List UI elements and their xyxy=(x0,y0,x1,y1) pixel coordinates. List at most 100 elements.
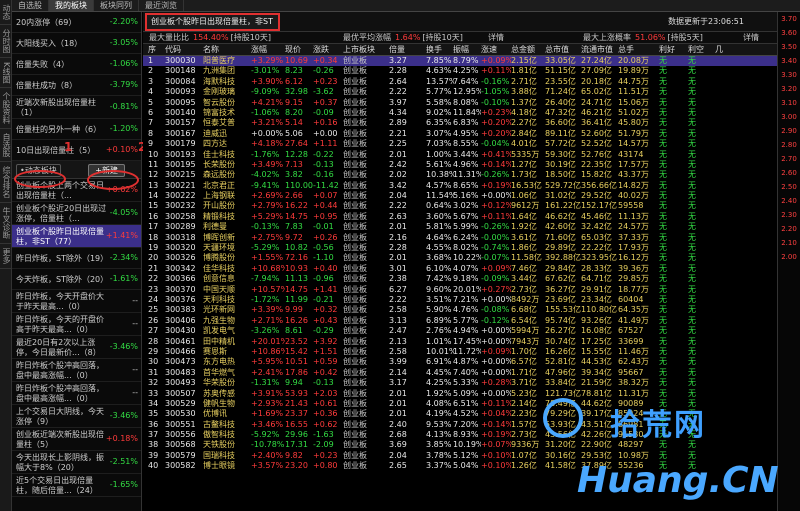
column-header[interactable]: 流通市值 xyxy=(581,44,619,56)
column-header[interactable]: 换手 xyxy=(426,44,454,56)
column-header[interactable]: 现价 xyxy=(285,44,313,56)
table-row[interactable]: 28 300461 田中精机 +20.01% 23.52 +3.92 创业板 2.13 1.01… xyxy=(143,337,800,347)
block-list-item[interactable]: 倍量柱的另外一种（6） -1.20% xyxy=(12,119,141,140)
top-tab[interactable]: 板块同列 xyxy=(94,0,139,11)
top-tab[interactable]: 自选股 xyxy=(12,0,49,11)
vertical-tab[interactable]: K线图 xyxy=(0,58,12,89)
table-cell: 1.57亿 xyxy=(511,419,537,429)
column-header[interactable]: 涨跌 xyxy=(313,44,343,56)
table-row[interactable]: 18 300318 博晖创新 +2.75% 9.72 +0.26 创业板 2.16 4.64% 6… xyxy=(143,233,800,243)
block-list-item[interactable]: 今天出现长上影阴线，振幅大于8%（20） -2.51% xyxy=(12,451,141,474)
block-list-item[interactable]: 近5个交易日出现倍量柱，随后倍量...（24） -1.65% xyxy=(12,474,141,497)
summary-item[interactable]: 详情 xyxy=(743,32,765,44)
column-header[interactable]: 涨幅 xyxy=(251,44,285,56)
table-cell: 7.85% xyxy=(426,56,452,65)
summary-item[interactable]: 详情 xyxy=(488,32,510,44)
top-tab[interactable]: 最近浏览 xyxy=(139,0,184,11)
table-row[interactable]: 32 300493 华荣股份 -1.31% 9.94 -0.13 创业板 3.17 4.25% 5… xyxy=(143,378,800,388)
block-list-item[interactable]: 20内涨停（69） -2.20% xyxy=(12,12,141,33)
block-list-item[interactable]: 昨日炸板个股冲高回落，盘中最高涨幅...（0） -- xyxy=(12,359,141,382)
vertical-tab[interactable]: 牛叉诊断 xyxy=(0,203,12,245)
table-row[interactable]: 11 300195 长荣股份 +3.49% 7.13 -0.13 创业板 2.42 5.61% 4… xyxy=(143,160,800,170)
block-list-item[interactable]: 创业板近端次新股出现倍量柱（5） +0.18% xyxy=(12,428,141,451)
table-row[interactable]: 15 300232 开山股份 +2.79% 16.22 +0.44 创业板 2.22 0.64%… xyxy=(143,201,800,211)
table-row[interactable]: 10 300193 佳士科技 -1.76% 12.28 -0.22 创业板 2.01 1.00%… xyxy=(143,150,800,160)
table-row[interactable]: 31 300483 首华燃气 +2.41% 17.86 +0.42 创业板 2.14 4.45%… xyxy=(143,368,800,378)
table-row[interactable]: 7 300157 恒泰艾普 +3.21% 5.14 +0.16 创业板 2.89 6.35% 6.… xyxy=(143,118,800,128)
block-list-item[interactable]: 创业板个股近20日出现过涨停，倍量柱（... -4.05% xyxy=(12,202,141,225)
column-header[interactable]: 几 xyxy=(715,44,735,56)
column-header[interactable]: 振幅 xyxy=(453,44,481,56)
block-list-item[interactable]: 最近20日有2次以上涨停，今日最新价...（8） -3.46% xyxy=(12,336,141,359)
table-row[interactable]: 22 300366 创意信息 -7.94% 11.13 -0.96 创业板 2.38 7.42%… xyxy=(143,274,800,284)
block-list-item[interactable]: 昨日炸板，ST除外（19） -2.34% xyxy=(12,248,141,269)
block-list-item[interactable]: 昨日炸板，今天开盘价大于昨天最高...（0） -- xyxy=(12,290,141,313)
vertical-tab[interactable]: 更多 xyxy=(0,244,12,270)
column-header[interactable]: 名称 xyxy=(203,44,249,56)
vertical-tab[interactable]: 动态 xyxy=(0,0,12,25)
column-header[interactable]: 利好 xyxy=(659,44,687,56)
table-cell: +0.20% xyxy=(481,118,511,128)
column-header[interactable]: 总市值 xyxy=(545,44,581,56)
block-list-item[interactable]: 近端次新股出现倍量柱（1） -0.81% xyxy=(12,96,141,119)
table-cell: 2.71亿 xyxy=(511,76,537,86)
column-header[interactable]: 利空 xyxy=(688,44,714,56)
block-list-item[interactable]: 创业板个股昨日出现倍量柱，非ST（77） +1.41% xyxy=(12,225,141,248)
table-row[interactable]: 2 300148 九洲集团 -3.01% 8.23 -0.26 创业板 2.28 4.63% 4.… xyxy=(143,66,800,76)
table-row[interactable]: 23 300370 中国天顺 +10.57% 14.75 +1.41 创业板 6.27 9.60… xyxy=(143,285,800,295)
table-row[interactable]: 6 300140 锦富技术 -1.06% 8.20 -0.09 创业板 4.34 9.02% 11… xyxy=(143,108,800,118)
column-header[interactable]: 总手 xyxy=(618,44,658,56)
block-list-item[interactable]: 倍量失败（4） -1.06% xyxy=(12,54,141,75)
table-row[interactable]: 25 300383 光环新网 +3.39% 9.99 +0.32 创业板 2.58 5.90% 4… xyxy=(143,305,800,315)
table-row[interactable]: 5 300095 智云股份 +4.21% 9.15 +0.37 创业板 3.97 5.58% 8.… xyxy=(143,98,800,108)
block-list-item[interactable]: 10日出现倍量柱（5） +0.10% xyxy=(12,140,141,161)
table-row[interactable]: 26 300406 九强生物 +2.71% 16.26 +0.43 创业板 3.13 6.89%… xyxy=(143,316,800,326)
column-header[interactable]: 总金额 xyxy=(511,44,545,56)
vertical-tab[interactable]: 自选股 xyxy=(0,129,12,163)
table-cell: 4.45% xyxy=(426,367,452,377)
table-cell: 24.57万 xyxy=(618,222,649,232)
table-row[interactable]: 30 300473 东方电热 +5.95% 10.51 +0.59 创业板 3.99 6.91%… xyxy=(143,357,800,367)
vertical-tab[interactable]: 个股资料 xyxy=(0,88,12,130)
table-row[interactable]: 13 300221 北京君正 -9.41% 110.00 -11.42 创业板 3.42 4.5… xyxy=(143,181,800,191)
table-row[interactable]: 17 300289 利德曼 -0.13% 7.83 -0.01 创业板 2.01 5.81% 5.… xyxy=(143,222,800,232)
table-cell: 9.60% xyxy=(426,284,452,294)
table-cell: 创业板 xyxy=(343,419,367,429)
table-cell: 0.64% xyxy=(426,201,452,211)
column-header[interactable]: 上市板块 xyxy=(343,44,389,56)
table-row[interactable]: 1 300030 阳普医疗 +3.29% 10.69 +0.34 创业板 3.27 7.85% 8… xyxy=(143,56,800,67)
table-row[interactable]: 9 300179 四方达 +4.18% 27.64 +1.11 创业板 2.25 7.03% 8.… xyxy=(143,139,800,149)
table-cell: 300167 xyxy=(165,128,196,138)
block-list-item[interactable]: 上个交易日大阴线，今天涨停（9） -3.46% xyxy=(12,405,141,428)
table-row[interactable]: 4 300093 金刚玻璃 -9.09% 32.98 -3.62 创业板 2.22 5.77% 1… xyxy=(143,87,800,97)
table-row[interactable]: 33 300507 苏奥传感 +3.91% 53.93 +2.03 创业板 2.01 1.92%… xyxy=(143,389,800,399)
column-header[interactable]: 序 xyxy=(148,44,164,56)
table-cell: 14 xyxy=(148,191,159,201)
table-cell: 10.51 xyxy=(285,357,308,367)
column-header[interactable]: 涨速 xyxy=(481,44,511,56)
vertical-tab[interactable]: 分时图 xyxy=(0,25,12,58)
top-tab[interactable]: 我的板块 xyxy=(49,0,94,11)
table-cell: 51.02万 xyxy=(618,107,649,117)
block-list-item[interactable]: 大阳线买入（18） -3.05% xyxy=(12,33,141,54)
table-row[interactable]: 8 300167 迪威迅 +0.00% 5.06 +0.00 创业板 2.21 3.07% 4.9… xyxy=(143,129,800,139)
block-list-item[interactable]: 今天炸板，ST除外（20） -1.61% xyxy=(12,269,141,290)
table-row[interactable]: 21 300342 佳华科技 +10.68% 10.93 +0.40 创业板 3.01 6.10… xyxy=(143,264,800,274)
table-cell: 300370 xyxy=(165,284,196,294)
right-price-strip: 3.70 3.60 3.50 3.40 3.30 3.20 3.10 3.00 2.90 2.80… xyxy=(777,12,800,511)
table-row[interactable]: 12 300215 森远股份 -4.02% 3.82 -0.16 创业板 2.02 10.38%… xyxy=(143,170,800,180)
vertical-tab[interactable]: 综合排名 xyxy=(0,162,12,204)
block-list-item[interactable]: 昨日炸板个股冲高回落，盘中最高涨幅...（0） -- xyxy=(12,382,141,405)
table-row[interactable]: 24 300376 天利科技 -1.72% 11.99 -0.21 创业板 2.22 3.51%… xyxy=(143,295,800,305)
table-row[interactable]: 3 300084 海默科技 +3.90% 6.12 +0.23 创业板 2.64 13.57% 7… xyxy=(143,77,800,87)
table-row[interactable]: 27 300430 凯发电气 -3.26% 8.61 -0.29 创业板 2.47 2.76% 4… xyxy=(143,326,800,336)
block-list-item[interactable]: 昨日炸板，今天的开盘价高于昨天最高...（0） -- xyxy=(12,313,141,336)
table-row[interactable]: 20 300326 博腾股份 +1.55% 72.16 -1.10 创业板 2.01 3.68%… xyxy=(143,253,800,263)
column-header[interactable]: 代码 xyxy=(165,44,203,56)
table-row[interactable]: 19 300320 天疆环境 -5.29% 10.82 -0.56 创业板 2.28 4.55%… xyxy=(143,243,800,253)
table-cell: 无 xyxy=(688,191,696,201)
table-row[interactable]: 16 300258 精锻科技 +5.29% 14.75 +0.95 创业板 2.63 3.60%… xyxy=(143,212,800,222)
block-list-item[interactable]: 倍量柱成功（8） -3.79% xyxy=(12,75,141,96)
table-row[interactable]: 29 300466 赛恩斯 +10.86% 15.42 +1.51 创业板 2.58 10.01… xyxy=(143,347,800,357)
table-row[interactable]: 14 300222 上海钢联 +2.69% 2.66 +0.07 创业板 2.04 11.54%… xyxy=(143,191,800,201)
